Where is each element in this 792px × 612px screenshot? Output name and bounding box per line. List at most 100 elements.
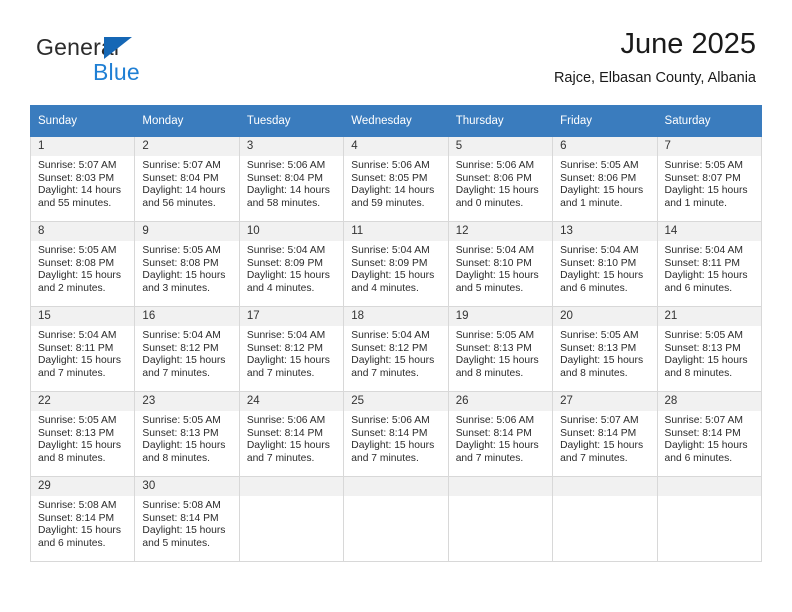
calendar-day-cell[interactable]: 4 Sunrise: 5:06 AM Sunset: 8:05 PM Daylight… xyxy=(343,136,449,222)
calendar-day-cell[interactable]: 23 Sunrise: 5:05 AM Sunset: 8:13 PM Dayligh… xyxy=(134,391,240,477)
day-number: 3 xyxy=(239,137,344,156)
sunrise-text: Sunrise: 5:07 AM xyxy=(560,415,639,426)
sunset-text: Sunset: 8:03 PM xyxy=(38,172,115,184)
sunset-text: Sunset: 8:09 PM xyxy=(246,257,323,269)
sunset-text: Sunset: 8:12 PM xyxy=(142,342,219,354)
calendar-day-cell[interactable]: 14 Sunrise: 5:04 AM Sunset: 8:11 PM Dayligh… xyxy=(656,221,763,307)
sunset-text: Sunset: 8:06 PM xyxy=(455,172,532,184)
calendar-day-cell[interactable]: 24 Sunrise: 5:06 AM Sunset: 8:14 PM Dayligh… xyxy=(238,391,345,477)
calendar-day-cell[interactable]: 26 Sunrise: 5:06 AM Sunset: 8:14 PM Dayligh… xyxy=(447,391,554,477)
calendar-day-cell[interactable]: 2 Sunrise: 5:07 AM Sunset: 8:04 PM Daylight… xyxy=(134,136,240,222)
calendar-day-cell[interactable]: 12 Sunrise: 5:04 AM Sunset: 8:10 PM Dayligh… xyxy=(447,221,554,307)
calendar-day-cell[interactable]: 11 Sunrise: 5:04 AM Sunset: 8:09 PM Dayligh… xyxy=(343,221,449,307)
weekday-header-saturday: Saturday xyxy=(656,105,763,137)
calendar-day-cell[interactable]: 7 Sunrise: 5:05 AM Sunset: 8:07 PM Daylight… xyxy=(656,136,763,222)
calendar-day-cell[interactable]: 1 Sunrise: 5:07 AM Sunset: 8:03 PM Daylight… xyxy=(29,136,136,222)
calendar-day-cell[interactable]: 17 Sunrise: 5:04 AM Sunset: 8:12 PM Dayligh… xyxy=(238,306,345,392)
daylight-text: Daylight: 15 hours and 4 minutes. xyxy=(351,270,435,294)
daylight-text: Daylight: 15 hours and 7 minutes. xyxy=(560,440,644,464)
sunrise-text: Sunrise: 5:06 AM xyxy=(351,160,430,171)
calendar-day-cell[interactable]: 10 Sunrise: 5:04 AM Sunset: 8:09 PM Dayligh… xyxy=(238,221,345,307)
calendar-day-cell[interactable]: 5 Sunrise: 5:06 AM Sunset: 8:06 PM Daylight… xyxy=(447,136,554,222)
calendar-day-cell[interactable]: 27 Sunrise: 5:07 AM Sunset: 8:14 PM Dayligh… xyxy=(552,391,658,477)
title-block: June 2025 Rajce, Elbasan County, Albania xyxy=(554,26,756,89)
sunrise-text: Sunrise: 5:05 AM xyxy=(664,330,743,341)
day-number: 21 xyxy=(657,307,761,326)
day-number: 9 xyxy=(135,222,239,241)
calendar-day-cell[interactable]: 20 Sunrise: 5:05 AM Sunset: 8:13 PM Dayligh… xyxy=(552,306,658,392)
calendar-day-cell[interactable]: 8 Sunrise: 5:05 AM Sunset: 8:08 PM Daylight… xyxy=(29,221,136,307)
sunrise-text: Sunrise: 5:06 AM xyxy=(246,160,326,171)
daylight-text: Daylight: 15 hours and 6 minutes. xyxy=(38,525,121,549)
calendar-week-row: 1 Sunrise: 5:07 AM Sunset: 8:03 PM Daylight… xyxy=(29,136,763,222)
day-number: 25 xyxy=(344,392,448,411)
sunset-text: Sunset: 8:08 PM xyxy=(38,257,115,269)
weekday-header-wednesday: Wednesday xyxy=(343,105,449,137)
sunset-text: Sunset: 8:14 PM xyxy=(455,427,532,439)
day-number: 27 xyxy=(553,392,657,411)
sunset-text: Sunset: 8:14 PM xyxy=(664,427,741,439)
day-number: 24 xyxy=(239,392,344,411)
sunrise-text: Sunrise: 5:04 AM xyxy=(351,245,430,256)
sunrise-text: Sunrise: 5:05 AM xyxy=(38,415,117,426)
calendar-day-cell[interactable]: 15 Sunrise: 5:04 AM Sunset: 8:11 PM Dayligh… xyxy=(29,306,136,392)
daylight-text: Daylight: 15 hours and 7 minutes. xyxy=(38,355,121,379)
day-info: Sunrise: 5:04 AM Sunset: 8:12 PM Daylight:… xyxy=(240,326,343,380)
sunset-text: Sunset: 8:13 PM xyxy=(560,342,637,354)
day-number: 1 xyxy=(31,137,135,156)
day-info: Sunrise: 5:04 AM Sunset: 8:10 PM Daylight:… xyxy=(449,241,552,295)
day-number xyxy=(657,477,761,496)
sunset-text: Sunset: 8:14 PM xyxy=(560,427,637,439)
sunset-text: Sunset: 8:10 PM xyxy=(455,257,532,269)
day-number: 15 xyxy=(31,307,135,326)
calendar-day-cell[interactable]: 21 Sunrise: 5:05 AM Sunset: 8:13 PM Dayligh… xyxy=(656,306,763,392)
calendar-day-cell[interactable]: 29 Sunrise: 5:08 AM Sunset: 8:14 PM Dayligh… xyxy=(29,476,136,562)
daylight-text: Daylight: 14 hours and 58 minutes. xyxy=(246,185,330,209)
sunrise-text: Sunrise: 5:05 AM xyxy=(560,160,639,171)
weekday-header-sunday: Sunday xyxy=(29,105,136,137)
day-number: 5 xyxy=(448,137,553,156)
sunset-text: Sunset: 8:06 PM xyxy=(560,172,637,184)
day-number: 10 xyxy=(239,222,344,241)
day-number: 17 xyxy=(239,307,344,326)
calendar-day-cell[interactable]: 28 Sunrise: 5:07 AM Sunset: 8:14 PM Dayligh… xyxy=(656,391,763,477)
day-info: Sunrise: 5:08 AM Sunset: 8:14 PM Daylight:… xyxy=(135,496,238,550)
day-number: 7 xyxy=(657,137,761,156)
sunrise-text: Sunrise: 5:08 AM xyxy=(38,500,117,511)
calendar-day-cell[interactable]: 19 Sunrise: 5:05 AM Sunset: 8:13 PM Dayligh… xyxy=(447,306,554,392)
daylight-text: Daylight: 15 hours and 1 minute. xyxy=(560,185,644,209)
day-info: Sunrise: 5:04 AM Sunset: 8:12 PM Daylight:… xyxy=(135,326,238,380)
calendar-day-cell[interactable]: 13 Sunrise: 5:04 AM Sunset: 8:10 PM Dayligh… xyxy=(552,221,658,307)
sunset-text: Sunset: 8:05 PM xyxy=(351,172,428,184)
day-info: Sunrise: 5:07 AM Sunset: 8:14 PM Daylight:… xyxy=(553,411,656,465)
daylight-text: Daylight: 15 hours and 8 minutes. xyxy=(455,355,539,379)
sunrise-text: Sunrise: 5:07 AM xyxy=(38,160,117,171)
calendar-day-cell[interactable]: 3 Sunrise: 5:06 AM Sunset: 8:04 PM Daylight… xyxy=(238,136,345,222)
calendar-day-cell[interactable]: 22 Sunrise: 5:05 AM Sunset: 8:13 PM Dayligh… xyxy=(29,391,136,477)
day-number: 18 xyxy=(344,307,448,326)
weekday-header-thursday: Thursday xyxy=(447,105,554,137)
daylight-text: Daylight: 15 hours and 7 minutes. xyxy=(142,355,226,379)
calendar-day-cell[interactable]: 25 Sunrise: 5:06 AM Sunset: 8:14 PM Dayligh… xyxy=(343,391,449,477)
sunset-text: Sunset: 8:14 PM xyxy=(38,512,115,524)
calendar-day-cell[interactable]: 16 Sunrise: 5:04 AM Sunset: 8:12 PM Dayligh… xyxy=(134,306,240,392)
day-number: 14 xyxy=(657,222,761,241)
calendar-day-cell[interactable]: 18 Sunrise: 5:04 AM Sunset: 8:12 PM Dayligh… xyxy=(343,306,449,392)
sunset-text: Sunset: 8:09 PM xyxy=(351,257,428,269)
day-info: Sunrise: 5:08 AM Sunset: 8:14 PM Daylight:… xyxy=(31,496,134,550)
day-number xyxy=(344,477,448,496)
day-number: 20 xyxy=(553,307,657,326)
day-info: Sunrise: 5:07 AM Sunset: 8:14 PM Daylight:… xyxy=(658,411,761,465)
day-number: 6 xyxy=(553,137,657,156)
day-number xyxy=(553,477,657,496)
daylight-text: Daylight: 15 hours and 3 minutes. xyxy=(142,270,226,294)
calendar-day-cell[interactable]: 6 Sunrise: 5:05 AM Sunset: 8:06 PM Daylight… xyxy=(552,136,658,222)
calendar-day-cell[interactable]: 9 Sunrise: 5:05 AM Sunset: 8:08 PM Daylight… xyxy=(134,221,240,307)
day-info: Sunrise: 5:06 AM Sunset: 8:14 PM Daylight:… xyxy=(344,411,447,465)
sunrise-text: Sunrise: 5:05 AM xyxy=(142,415,221,426)
daylight-text: Daylight: 15 hours and 8 minutes. xyxy=(664,355,748,379)
day-info: Sunrise: 5:06 AM Sunset: 8:14 PM Daylight:… xyxy=(240,411,343,465)
daylight-text: Daylight: 15 hours and 4 minutes. xyxy=(246,270,330,294)
calendar-day-cell[interactable]: 30 Sunrise: 5:08 AM Sunset: 8:14 PM Dayligh… xyxy=(134,476,240,562)
day-info: Sunrise: 5:05 AM Sunset: 8:13 PM Daylight:… xyxy=(449,326,552,380)
